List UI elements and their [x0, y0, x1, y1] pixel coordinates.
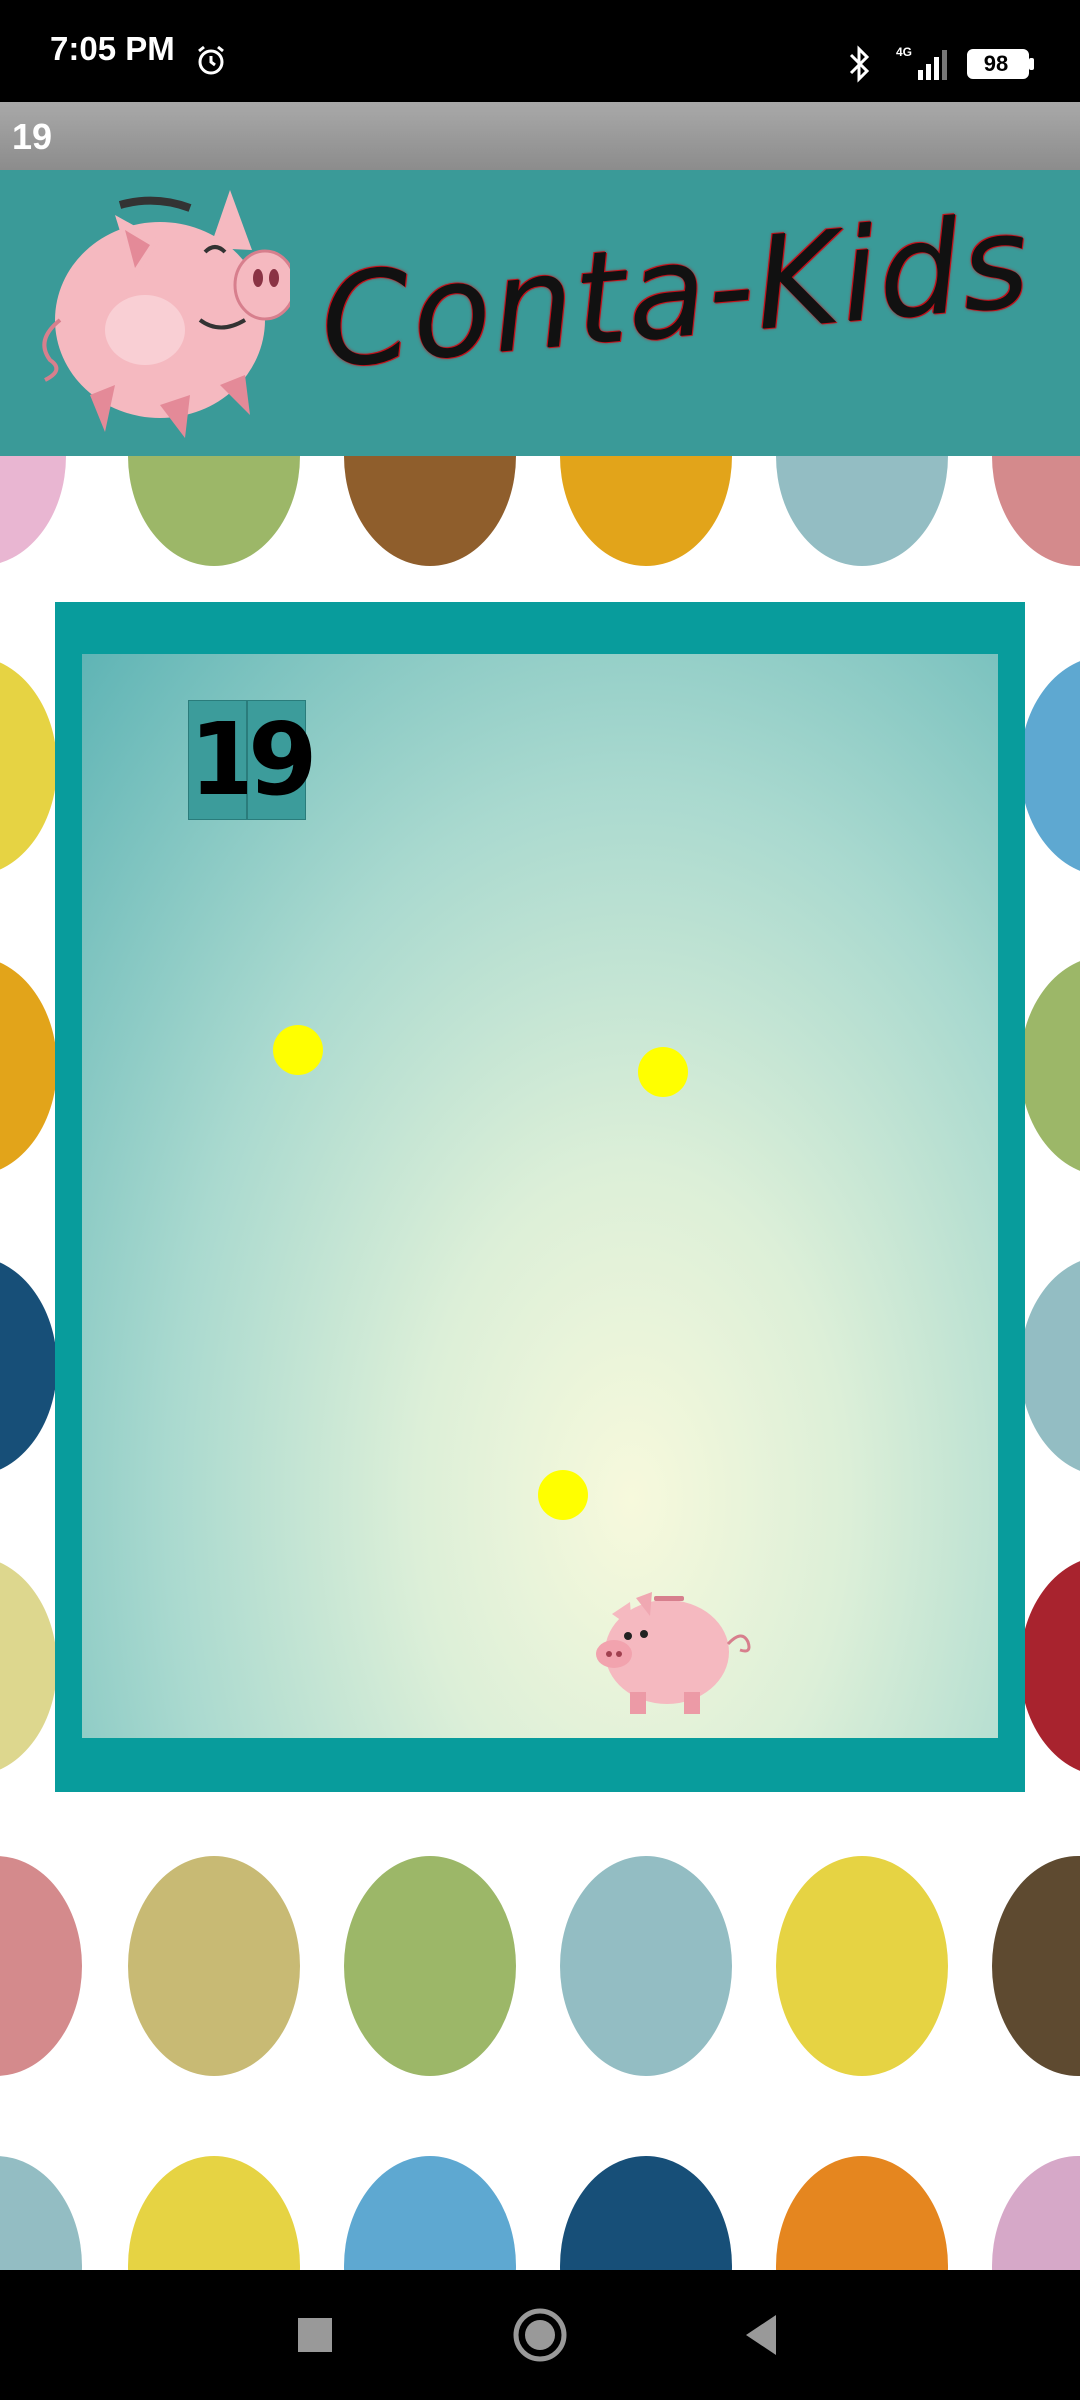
decorative-dot	[560, 2156, 732, 2270]
decorative-dot	[776, 456, 948, 566]
decorative-dot	[0, 2156, 82, 2270]
decorative-dot	[344, 2156, 516, 2270]
status-time: 7:05 PM	[50, 30, 175, 67]
decorative-dot	[0, 1856, 82, 2076]
battery-level: 98	[983, 51, 1009, 76]
falling-ball	[638, 1047, 688, 1097]
score-digit-tens: 1	[188, 700, 259, 820]
decorative-dot	[560, 456, 732, 566]
decorative-dot	[0, 1556, 57, 1776]
decorative-dot	[128, 1856, 300, 2076]
decorative-dot	[1020, 956, 1080, 1176]
decorative-dot	[0, 956, 57, 1176]
piggy-bank-logo-icon	[42, 190, 290, 438]
piggy-bank-player-icon[interactable]	[592, 1584, 758, 1720]
app-title-bar: 19	[0, 102, 1080, 170]
home-icon[interactable]	[505, 2300, 575, 2370]
status-bar: 7:05 PM 4G 98	[0, 0, 1080, 102]
bluetooth-icon	[849, 45, 870, 83]
alarm-icon	[198, 45, 224, 75]
decorative-dot	[776, 2156, 948, 2270]
svg-text:4G: 4G	[896, 45, 912, 59]
decorative-dot	[0, 456, 66, 566]
recents-icon[interactable]	[280, 2300, 350, 2370]
decorative-dot	[1020, 656, 1080, 876]
decorative-dot	[128, 456, 300, 566]
decorative-dot	[992, 1856, 1080, 2076]
falling-ball	[538, 1470, 588, 1520]
app-title: 19	[12, 116, 53, 157]
banner-title: Conta-Kids	[314, 187, 1037, 398]
score-counter: 1 9	[188, 700, 318, 820]
back-icon[interactable]	[728, 2300, 798, 2370]
falling-ball	[273, 1025, 323, 1075]
score-digit-ones: 9	[247, 700, 318, 820]
decorative-dot	[560, 1856, 732, 2076]
decorative-dot	[344, 1856, 516, 2076]
decorative-dot	[992, 456, 1080, 566]
decorative-dot	[0, 656, 57, 876]
signal-icon: 4G	[896, 45, 947, 80]
decorative-dot	[776, 1856, 948, 2076]
system-nav-bar	[0, 2270, 1080, 2400]
decorative-dot	[0, 1256, 57, 1476]
app-banner: Conta-Kids	[0, 170, 1080, 456]
decorative-dot	[1020, 1556, 1080, 1776]
decorative-dot	[1020, 1256, 1080, 1476]
decorative-dot	[344, 456, 516, 566]
decorative-dot	[128, 2156, 300, 2270]
decorative-dot	[992, 2156, 1080, 2270]
